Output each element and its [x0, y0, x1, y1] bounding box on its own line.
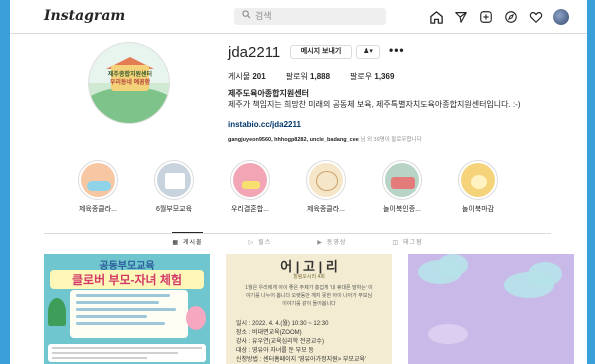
highlight-label: 제육종클라... [78, 206, 118, 213]
highlight-item[interactable]: 제육종클라... [60, 160, 136, 214]
profile-picture-text-2: 우리동네 예꼼함 [109, 80, 151, 86]
tab-tagged[interactable]: ◫ 태그됨 [392, 237, 422, 246]
highlight-item[interactable]: 제육종클라... [288, 160, 364, 214]
followers-count[interactable]: 팔로워 1,888 [286, 71, 330, 82]
profile-bio: 제주가 책임지는 희망찬 미래의 공동체 보육, 제주특별자치도육아종합지원센터… [228, 100, 521, 109]
search-input[interactable]: 검색 [234, 8, 386, 25]
highlight-label: 놀이북인증... [382, 206, 422, 213]
post-info: 일시 : 2022. 4. 4.(월) 10:30 ~ 12:30 장소 : 비… [236, 321, 367, 363]
tab-posts[interactable]: ▦ 게시물 [172, 232, 203, 246]
profile-full-name: 제주도육아종합지원센터 [228, 89, 309, 98]
post-text: 1월은 우리에게 아이 좋은 주제가 흥겁게 '내 휴대폰 말하는' 이야기를 … [245, 285, 373, 307]
highlight-label: 놀이북마감 [461, 206, 495, 213]
posts-count[interactable]: 게시물 201 [228, 71, 266, 82]
post-tag: 힐링오시리 4회 [293, 274, 325, 280]
more-options-button[interactable]: ••• [389, 43, 405, 57]
highlight-label: 우리결혼합... [230, 206, 270, 213]
followed-by[interactable]: gangjuyeon9560, hhhogp8282, uncle_badang… [228, 135, 422, 143]
new-post-icon[interactable] [478, 9, 494, 25]
highlight-item[interactable]: 놀이북인증... [364, 160, 440, 214]
activity-heart-icon[interactable] [528, 9, 544, 25]
top-navigation-bar: Instagram 검색 [10, 0, 587, 34]
following-count[interactable]: 팔로우 1,369 [350, 71, 394, 82]
story-highlights: 제육종클라... 6월부모교육 우리결혼합... 제육종클라... 놀이북인증.… [60, 160, 516, 214]
post-thumbnail[interactable]: 공동부모교육 클로버 부모-자녀 체험 [44, 254, 210, 364]
reels-icon: ▷ [248, 240, 255, 246]
highlight-label: 6월부모교육 [155, 206, 193, 213]
tab-videos[interactable]: ▶ 동영상 [317, 237, 346, 246]
profile-username: jda2211 [228, 44, 281, 61]
window-frame-right [587, 0, 595, 364]
follow-options-button[interactable]: ♟▾ [356, 45, 380, 59]
post-thumbnail[interactable]: 어 | 고 | 리 힐링오시리 4회 1월은 우리에게 아이 좋은 주제가 흥겁… [226, 254, 392, 364]
highlight-item[interactable]: 우리결혼합... [212, 160, 288, 214]
profile-picture[interactable]: 제주종합지원센터 우리동네 예꼼함 [88, 42, 170, 124]
message-button[interactable]: 메시지 보내기 [290, 45, 352, 59]
profile-stats: 게시물 201 팔로워 1,888 팔로우 1,369 [228, 71, 394, 82]
search-placeholder: 검색 [255, 11, 272, 21]
profile-tabs: ▦ 게시물 ▷ 릴스 ▶ 동영상 ◫ 태그됨 [44, 232, 551, 246]
highlight-label: 제육종클라... [306, 206, 346, 213]
home-icon[interactable] [428, 9, 444, 25]
post-thumbnail[interactable] [408, 254, 574, 364]
tabs-divider [44, 233, 551, 234]
video-icon: ▶ [317, 240, 323, 246]
post-subtitle: 클로버 부모-자녀 체험 [50, 270, 204, 289]
instagram-logo[interactable]: Instagram [44, 8, 125, 24]
explore-icon[interactable] [503, 9, 519, 25]
profile-link[interactable]: instabio.cc/jda2211 [228, 120, 301, 129]
profile-avatar-icon[interactable] [553, 9, 569, 25]
search-icon [242, 8, 251, 25]
window-frame-left [0, 0, 10, 364]
grid-icon: ▦ [172, 240, 179, 246]
tagged-icon: ◫ [392, 240, 400, 246]
nav-icons [428, 9, 569, 25]
tab-reels[interactable]: ▷ 릴스 [249, 237, 272, 246]
highlight-item[interactable]: 놀이북마감 [440, 160, 516, 214]
highlight-item[interactable]: 6월부모교육 [136, 160, 212, 214]
direct-icon[interactable] [453, 9, 469, 25]
